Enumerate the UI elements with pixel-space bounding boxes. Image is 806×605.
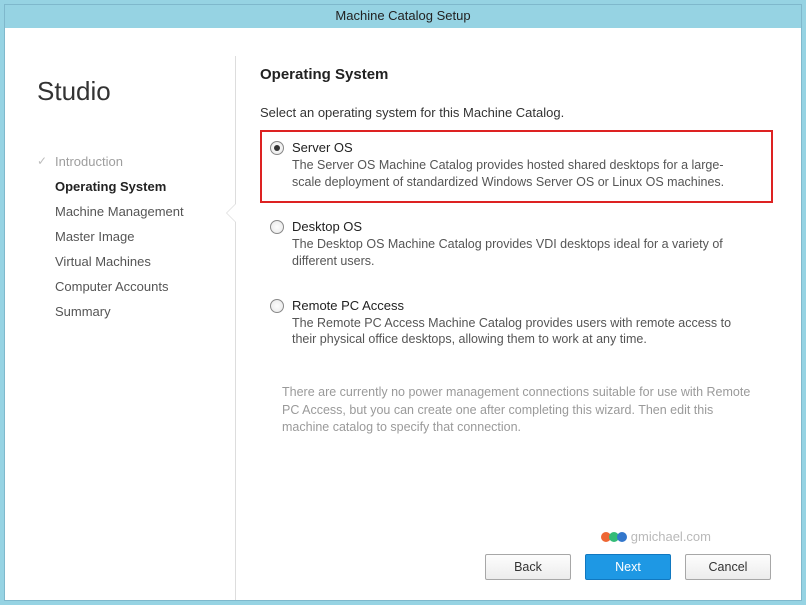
instruction-text: Select an operating system for this Mach… [260,105,773,120]
next-button[interactable]: Next [585,554,671,580]
logo-dot-icon [617,532,627,542]
option-title: Desktop OS [292,219,362,234]
option-desc: The Remote PC Access Machine Catalog pro… [292,315,752,349]
window-title: Machine Catalog Setup [5,5,801,28]
info-note: There are currently no power management … [282,384,752,437]
step-introduction[interactable]: Introduction [37,149,217,174]
step-summary[interactable]: Summary [37,299,217,324]
step-virtual-machines[interactable]: Virtual Machines [37,249,217,274]
studio-title: Studio [37,76,217,107]
option-remote-pc[interactable]: Remote PC Access The Remote PC Access Ma… [260,288,773,361]
cancel-button[interactable]: Cancel [685,554,771,580]
vertical-divider [235,56,236,600]
radio-icon[interactable] [270,299,284,313]
option-desktop-os[interactable]: Desktop OS The Desktop OS Machine Catalo… [260,209,773,282]
radio-icon[interactable] [270,141,284,155]
step-master-image[interactable]: Master Image [37,224,217,249]
option-title: Remote PC Access [292,298,404,313]
step-machine-management[interactable]: Machine Management [37,199,217,224]
option-desc: The Desktop OS Machine Catalog provides … [292,236,752,270]
radio-icon[interactable] [270,220,284,234]
watermark-text: gmichael.com [631,529,711,544]
main-panel: Operating System Select an operating sys… [260,56,773,600]
wizard-body: Studio Introduction Operating System Mac… [5,28,801,600]
sidebar: Studio Introduction Operating System Mac… [37,56,227,600]
option-server-os[interactable]: Server OS The Server OS Machine Catalog … [260,130,773,203]
option-desc: The Server OS Machine Catalog provides h… [292,157,752,191]
os-option-group: Server OS The Server OS Machine Catalog … [260,130,773,360]
wizard-steps: Introduction Operating System Machine Ma… [37,149,217,324]
page-heading: Operating System [260,66,773,83]
back-button[interactable]: Back [485,554,571,580]
watermark: gmichael.com [601,529,711,544]
wizard-footer: Back Next Cancel [485,554,771,580]
wizard-window: Machine Catalog Setup Studio Introductio… [4,4,802,601]
step-operating-system[interactable]: Operating System [37,174,217,199]
step-computer-accounts[interactable]: Computer Accounts [37,274,217,299]
option-title: Server OS [292,140,353,155]
